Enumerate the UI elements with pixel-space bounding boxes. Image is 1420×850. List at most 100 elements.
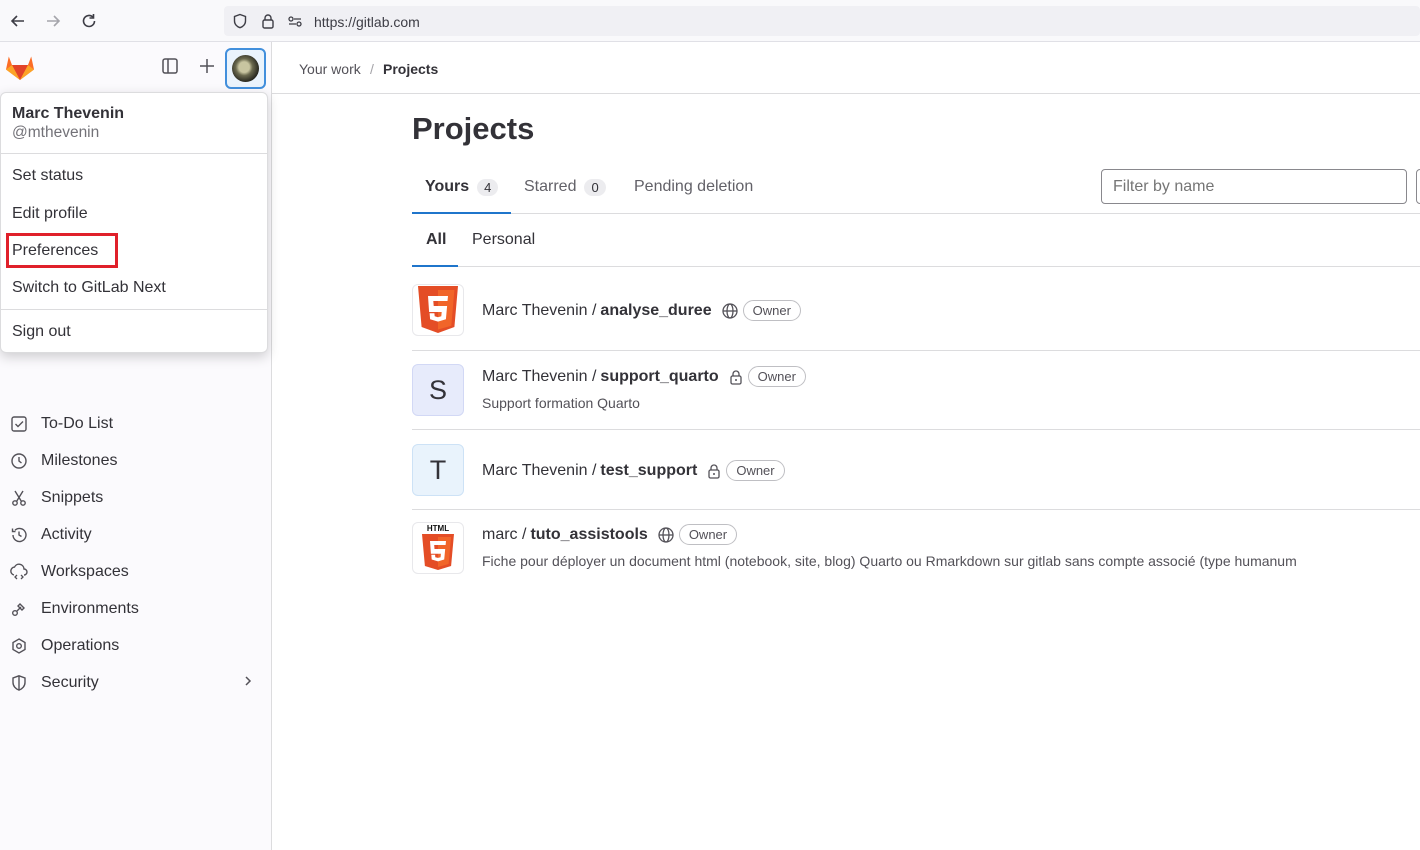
browser-toolbar: https://gitlab.com	[0, 0, 1420, 42]
sidebar-item-environments[interactable]: Environments	[0, 590, 271, 627]
sidebar-item-label: Operations	[41, 636, 120, 654]
project-name[interactable]: analyse_duree	[600, 302, 711, 320]
breadcrumb-current[interactable]: Projects	[383, 61, 438, 77]
tab-label: Yours	[425, 178, 470, 195]
page-title: Projects	[412, 111, 535, 146]
forward-icon[interactable]	[40, 8, 66, 34]
edit-profile-item[interactable]: Edit profile	[12, 205, 88, 223]
project-row[interactable]: Marc Thevenin / analyse_duree Owner	[412, 284, 1420, 336]
project-row[interactable]: T Marc Thevenin / test_support Owner	[412, 444, 1420, 496]
project-title-line: Marc Thevenin / support_quarto Owner	[482, 366, 806, 387]
role-badge: Owner	[742, 300, 801, 321]
project-title-line: marc / tuto_assistools Owner	[482, 524, 738, 545]
tab-all[interactable]: All	[426, 231, 446, 249]
html5-logo-icon: HTML	[422, 524, 454, 570]
back-icon[interactable]	[5, 8, 31, 34]
sidebar-item-label: Snippets	[41, 488, 104, 506]
user-name[interactable]: Marc Thevenin	[12, 105, 124, 123]
sign-out-item[interactable]: Sign out	[12, 323, 71, 341]
tab-starred[interactable]: Starred 0	[524, 178, 606, 196]
role-badge: Owner	[747, 366, 806, 387]
chevron-right-icon	[241, 674, 255, 693]
project-subtabs: All Personal	[412, 214, 1420, 267]
shield-icon	[9, 673, 29, 693]
tab-personal[interactable]: Personal	[472, 231, 535, 249]
lock-icon	[728, 369, 744, 385]
breadcrumb-separator: /	[370, 61, 374, 77]
project-name[interactable]: tuto_assistools	[530, 526, 647, 544]
url-text: https://gitlab.com	[314, 14, 420, 30]
project-avatar[interactable]: T	[412, 444, 464, 496]
sidebar-item-label: To-Do List	[41, 414, 114, 432]
project-avatar[interactable]: S	[412, 364, 464, 416]
project-namespace[interactable]: marc /	[482, 526, 526, 544]
sidebar-item-security[interactable]: Security	[0, 664, 271, 701]
sort-dropdown[interactable]	[1416, 169, 1420, 204]
top-bar: Your work / Projects	[272, 42, 1420, 94]
project-namespace[interactable]: Marc Thevenin /	[482, 368, 596, 386]
clock-icon	[9, 451, 29, 471]
project-name[interactable]: support_quarto	[600, 368, 718, 386]
sidebar-item-workspaces[interactable]: Workspaces	[0, 553, 271, 590]
sidebar-item-milestones[interactable]: Milestones	[0, 442, 271, 479]
project-name[interactable]: test_support	[600, 462, 697, 480]
role-badge: Owner	[678, 524, 738, 545]
sidebar-item-label: Milestones	[41, 451, 118, 469]
toggle-sidebar-icon[interactable]	[161, 57, 179, 80]
globe-icon	[721, 302, 739, 320]
project-title-line: Marc Thevenin / analyse_duree Owner	[482, 300, 801, 321]
user-menu-dropdown: Marc Thevenin @mthevenin Set status Edit…	[0, 92, 268, 353]
sidebar-item-label: Workspaces	[41, 562, 129, 580]
sidebar-item-label: Activity	[41, 525, 92, 543]
sidebar-item-operations[interactable]: Operations	[0, 627, 271, 664]
permissions-icon[interactable]	[287, 13, 303, 34]
project-avatar[interactable]	[412, 284, 464, 336]
sidebar-item-todo-list[interactable]: To-Do List	[0, 405, 271, 442]
project-title-line: Marc Thevenin / test_support Owner	[482, 460, 785, 481]
count-badge: 4	[477, 178, 499, 196]
sidebar-item-label: Environments	[41, 599, 139, 617]
user-avatar-button[interactable]	[225, 48, 266, 89]
set-status-item[interactable]: Set status	[12, 167, 83, 185]
project-row[interactable]: S Marc Thevenin / support_quarto Owner S…	[412, 364, 1420, 416]
role-badge: Owner	[726, 460, 785, 481]
filter-by-name-input[interactable]	[1101, 169, 1407, 204]
project-avatar[interactable]: HTML	[412, 522, 464, 574]
row-divider	[412, 350, 1420, 351]
tab-pending-deletion[interactable]: Pending deletion	[634, 178, 753, 196]
snippet-icon	[9, 488, 29, 508]
tab-label: Pending deletion	[634, 178, 754, 195]
workspace-icon	[9, 562, 29, 582]
breadcrumb-your-work[interactable]: Your work	[299, 61, 361, 77]
reload-icon[interactable]	[76, 8, 102, 34]
active-subtab-underline	[412, 265, 458, 267]
gitlab-logo[interactable]	[5, 53, 35, 86]
sidebar-nav: To-Do List Milestones Snippets Activity …	[0, 368, 271, 701]
row-divider	[412, 429, 1420, 430]
tab-yours[interactable]: Yours 4	[425, 178, 499, 196]
avatar	[232, 55, 259, 82]
sidebar-item-label: Security	[41, 673, 99, 691]
row-divider	[412, 509, 1420, 510]
tab-label: Starred	[524, 178, 577, 195]
sidebar-item-partial[interactable]	[0, 368, 271, 405]
project-row[interactable]: HTML marc / tuto_assistools Owner Fiche …	[412, 522, 1420, 574]
count-badge: 0	[584, 178, 606, 196]
lock-icon[interactable]	[260, 13, 276, 34]
project-namespace[interactable]: Marc Thevenin /	[482, 302, 596, 320]
lock-icon	[706, 463, 722, 479]
project-description: Fiche pour déployer un document html (no…	[482, 553, 1297, 569]
tracking-shield-icon[interactable]	[232, 13, 248, 34]
address-bar[interactable]: https://gitlab.com	[224, 6, 1420, 36]
project-description: Support formation Quarto	[482, 395, 640, 411]
todo-icon	[9, 414, 29, 434]
divider	[1, 153, 267, 154]
deployments-icon	[9, 636, 29, 656]
switch-gitlab-next-item[interactable]: Switch to GitLab Next	[12, 279, 166, 297]
plus-icon[interactable]	[198, 57, 216, 80]
sidebar-item-activity[interactable]: Activity	[0, 516, 271, 553]
project-namespace[interactable]: Marc Thevenin /	[482, 462, 596, 480]
sidebar-item-snippets[interactable]: Snippets	[0, 479, 271, 516]
user-handle[interactable]: @mthevenin	[12, 124, 99, 142]
preferences-highlight-box	[6, 233, 118, 268]
